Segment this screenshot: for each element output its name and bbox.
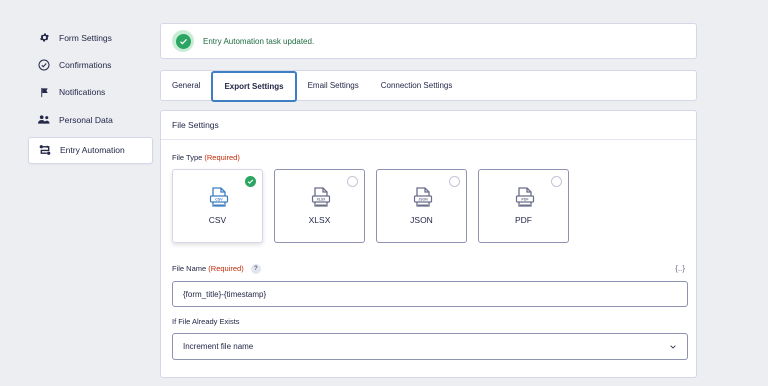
tab-connection-settings[interactable]: Connection Settings [370,71,464,100]
sidebar-item-label: Form Settings [59,32,112,43]
file-type-option-pdf[interactable]: PDF PDF [478,169,569,243]
radio-circle [551,176,562,187]
file-name-label-text: File Name [172,264,207,273]
xlsx-icon-text: XLSX [317,198,327,202]
automation-icon [39,144,51,156]
file-type-option-csv[interactable]: CSV CSV [172,169,263,243]
sidebar-item-label: Personal Data [59,114,113,125]
sidebar-item-form-settings[interactable]: Form Settings [28,24,153,51]
check-icon [175,33,191,49]
check-circle-icon [38,59,50,71]
json-icon-text: JSON [418,198,428,202]
success-icon-ring [172,30,194,52]
file-type-label-text: File Type [172,153,203,162]
sidebar-item-label: Confirmations [59,59,112,70]
file-type-label-xlsx: XLSX [308,215,331,225]
xlsx-file-icon: XLSX [311,187,331,207]
required-marker: (Required) [208,264,244,273]
file-settings-panel: File Settings File Type (Required) CSV C… [160,110,697,378]
radio-circle [347,176,358,187]
sidebar-item-label: Entry Automation [60,145,125,156]
sidebar-item-label: Notifications [59,87,106,98]
success-notice: Entry Automation task updated. [160,23,697,59]
notice-message: Entry Automation task updated. [203,36,315,46]
file-type-label-pdf: PDF [515,215,532,225]
sidebar-item-notifications[interactable]: Notifications [28,79,153,107]
file-type-label-csv: CSV [208,215,227,225]
help-icon[interactable]: ? [250,264,261,275]
pdf-icon-text: PDF [521,198,529,202]
tab-email-settings[interactable]: Email Settings [297,71,370,100]
radio-circle [449,176,460,187]
gear-icon [38,32,50,44]
flag-icon [38,86,50,98]
file-type-option-xlsx[interactable]: XLSX XLSX [274,169,365,243]
users-icon [38,114,50,126]
merge-tag-button[interactable]: {..} [675,264,685,273]
sidebar-item-confirmations[interactable]: Confirmations [28,51,153,79]
sidebar-item-personal-data[interactable]: Personal Data [28,106,153,134]
settings-tabs: General Export Settings Email Settings C… [160,70,697,102]
file-type-label-json: JSON [410,215,433,225]
if-exists-value: Increment file name [183,342,254,351]
pdf-file-icon: PDF [515,187,535,207]
file-name-label: File Name (Required) ? [172,264,261,275]
tab-export-settings[interactable]: Export Settings [211,71,297,102]
if-exists-label: If File Already Exists [172,317,240,326]
chevron-down-icon [670,345,676,349]
json-file-icon: JSON [413,187,433,207]
sidebar-item-entry-automation[interactable]: Entry Automation [28,136,153,164]
csv-icon-text: CSV [215,198,223,202]
file-type-option-json[interactable]: JSON JSON [376,169,467,243]
csv-file-icon: CSV [209,187,229,207]
panel-title: File Settings [161,111,696,140]
settings-sidebar: Form Settings Confirmations Notification… [28,24,153,164]
if-exists-select[interactable]: Increment file name [172,333,688,360]
file-type-label: File Type (Required) [172,153,240,162]
selected-check-icon [245,176,256,187]
tab-general[interactable]: General [161,71,211,100]
file-name-input[interactable]: {form_title}-{timestamp} [172,281,688,307]
required-marker: (Required) [204,153,240,162]
